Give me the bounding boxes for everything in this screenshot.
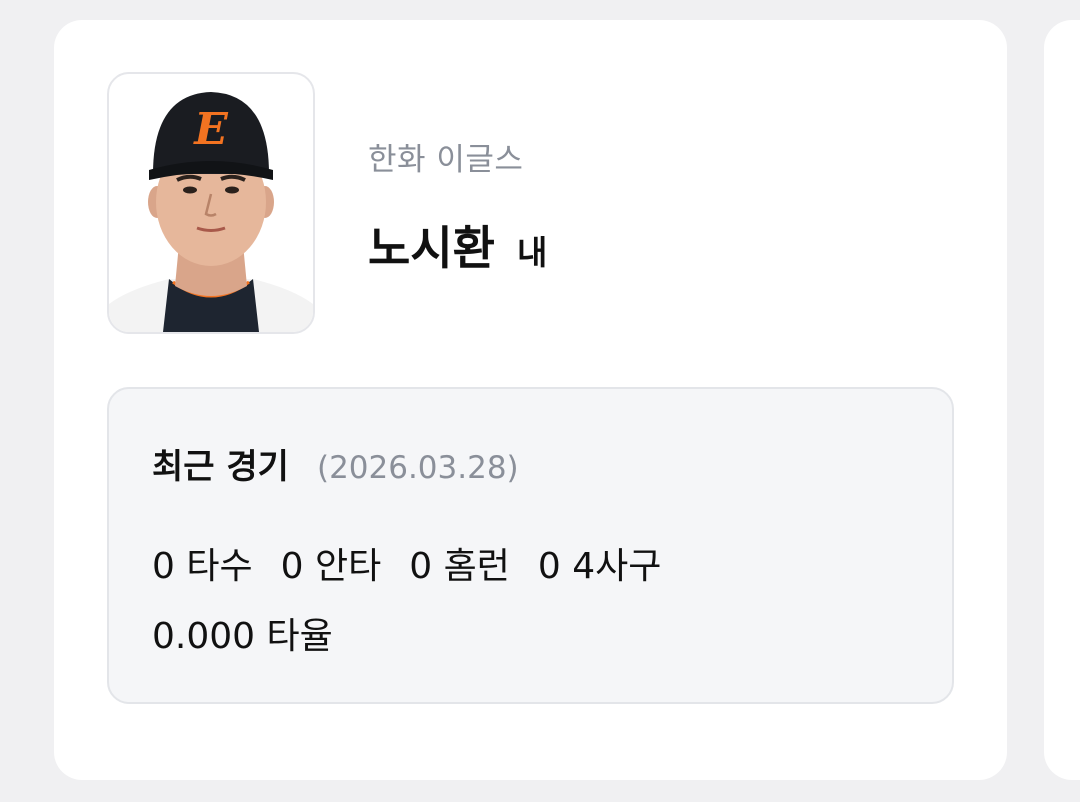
stat-label: 4사구 (572, 546, 662, 587)
stat-walks: 0 4사구 (538, 537, 662, 589)
stat-label: 안타 (314, 546, 382, 587)
batting-average: 0.000 타율 (152, 607, 333, 659)
stat-hits: 0 안타 (281, 537, 382, 589)
recent-game-title: 최근 경기 (152, 447, 289, 487)
stat-value: 0 (280, 546, 304, 587)
stats-row: 0 타수 0 안타 0 홈런 0 4사구 (152, 537, 689, 589)
stat-home-runs: 0 홈런 (409, 537, 510, 589)
stat-value: 0 (409, 546, 433, 587)
recent-game-header: 최근 경기 (2026.03.28) (152, 439, 519, 488)
stat-label: 타수 (186, 546, 253, 587)
stat-value: 0 (152, 546, 175, 587)
average-label: 타율 (266, 616, 333, 657)
stat-value: 0 (537, 546, 561, 587)
player-photo: E (107, 72, 315, 334)
player-photo-icon: E (109, 92, 313, 332)
player-name-row: 노시환 내 (368, 212, 547, 278)
recent-game-box: 최근 경기 (2026.03.28) 0 타수 0 안타 0 홈런 0 4사구 … (107, 387, 954, 704)
stat-at-bats: 0 타수 (152, 537, 253, 589)
player-position: 내 (516, 233, 548, 272)
player-name: 노시환 (368, 221, 495, 275)
average-value: 0.000 (152, 616, 256, 657)
recent-game-date: (2026.03.28) (316, 450, 519, 486)
svg-text:E: E (192, 104, 229, 155)
team-name: 한화 이글스 (368, 142, 524, 178)
stat-label: 홈런 (443, 546, 510, 587)
player-card[interactable]: E 한화 이글스 노시환 내 최근 경기 (2026.03.28) 0 타수 0… (54, 20, 1007, 780)
next-player-card[interactable] (1044, 20, 1080, 780)
